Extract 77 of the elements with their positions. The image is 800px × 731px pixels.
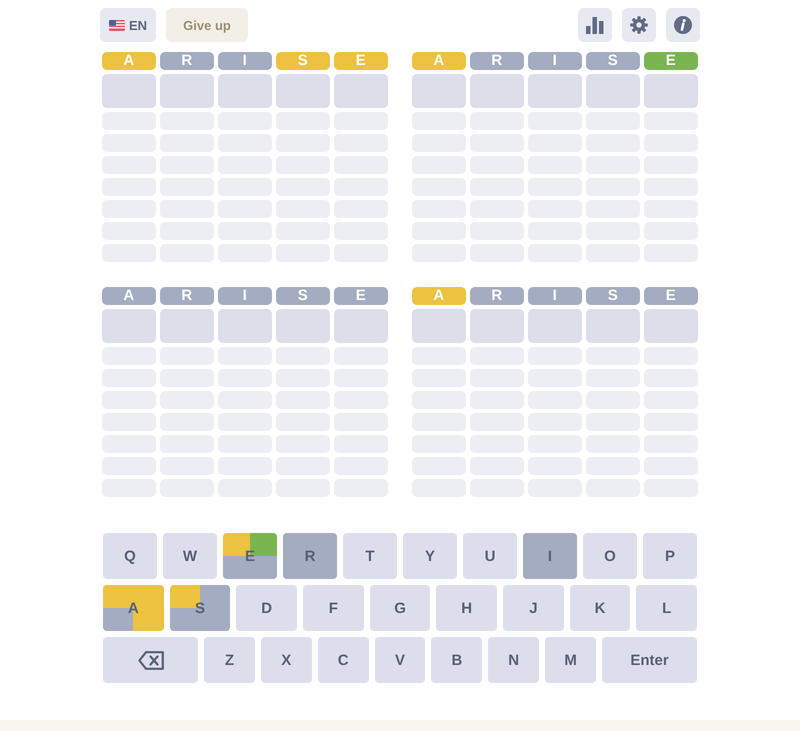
key-button[interactable]: B [431,637,482,683]
input-tile [644,74,698,108]
letter-tile: S [586,287,640,305]
input-tile [470,309,524,343]
enter-key[interactable]: Enter [602,637,698,683]
key-button[interactable]: N [488,637,540,683]
key-button[interactable]: I [523,533,577,579]
letter-tile: A [102,287,156,305]
language-button[interactable]: EN [100,8,156,42]
input-tile [218,309,272,343]
key-button[interactable]: D [236,585,298,631]
key-button[interactable]: A [103,585,164,631]
key-button[interactable]: V [374,637,426,683]
input-tile [276,74,330,108]
input-tile [528,74,582,108]
letter-tile: I [218,287,272,305]
flag-icon [108,20,125,30]
letter-tile: E [334,287,388,305]
backspace-key[interactable] [103,637,198,683]
key-button[interactable]: R [283,533,337,579]
letter-tile: R [160,287,214,305]
letter-tile: E [334,52,388,70]
key-button[interactable]: T [343,533,397,579]
letter-tile: I [528,287,582,305]
stats-button[interactable] [578,8,612,42]
settings-button[interactable] [622,8,656,42]
input-tile [160,309,214,343]
letter-tile: A [412,287,466,305]
key-button[interactable]: L [636,585,698,631]
letter-tile: E [644,52,698,70]
input-tile [102,74,156,108]
key-button[interactable]: J [503,585,564,631]
key-button[interactable]: Q [103,533,157,579]
info-button[interactable] [666,8,700,42]
letter-tile: A [102,52,156,70]
key-button[interactable]: C [318,637,369,683]
key-button[interactable]: Z [204,637,255,683]
letter-tile: E [644,287,698,305]
input-tile [218,74,272,108]
input-tile [412,74,466,108]
input-tile [334,309,388,343]
key-button[interactable]: F [303,585,364,631]
letter-tile: S [276,287,330,305]
input-tile [528,309,582,343]
letter-tile: I [528,52,582,70]
letter-tile: R [470,52,524,70]
key-button[interactable]: K [570,585,630,631]
letter-tile: S [276,52,330,70]
settings-icon [630,16,648,34]
key-button[interactable]: U [463,533,517,579]
key-button[interactable]: X [260,637,312,683]
key-button[interactable]: S [170,585,230,631]
input-tile [586,74,640,108]
input-tile [160,74,214,108]
key-button[interactable]: P [643,533,697,579]
key-button[interactable]: M [545,637,596,683]
input-tile [412,309,466,343]
key-button[interactable]: O [583,533,637,579]
input-tile [470,74,524,108]
letter-tile: A [412,52,466,70]
input-tile [334,74,388,108]
backspace-icon [138,650,164,670]
key-button[interactable]: H [436,585,498,631]
input-tile [586,309,640,343]
bar-chart-icon [586,16,604,34]
input-tile [102,309,156,343]
key-button[interactable]: W [163,533,217,579]
key-button[interactable]: G [370,585,430,631]
input-tile [276,309,330,343]
letter-tile: S [586,52,640,70]
input-tile [644,309,698,343]
letter-tile: R [160,52,214,70]
letter-tile: R [470,287,524,305]
letter-tile: I [218,52,272,70]
key-button[interactable]: Y [403,533,457,579]
info-icon [674,16,692,34]
give-up-button[interactable]: Give up [166,8,248,42]
